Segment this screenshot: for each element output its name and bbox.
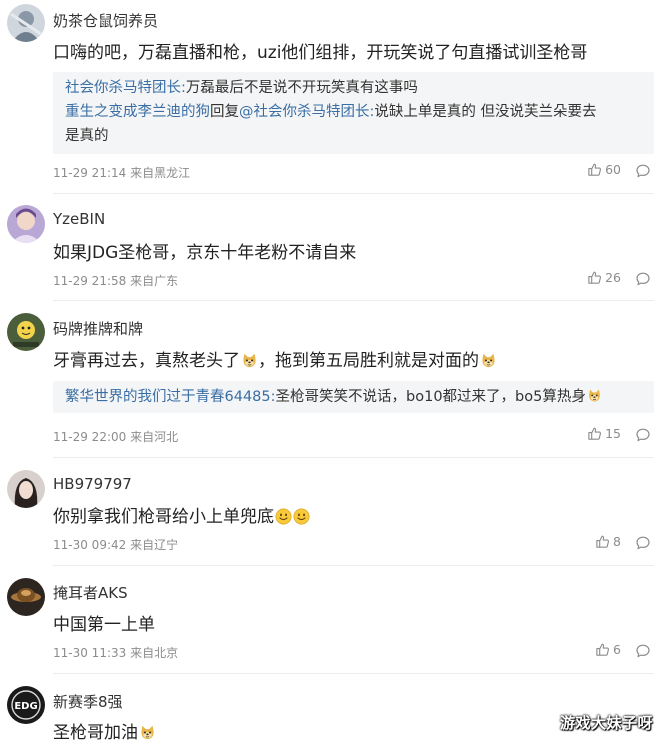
comment-text: 圣枪哥加油 [53,718,156,743]
smile-emoji-icon [293,508,310,525]
doge-emoji-icon [480,352,497,369]
avatar[interactable] [7,4,45,42]
quote-text: 圣枪哥笑笑不说话，bo10都过来了，bo5算热身 [275,389,586,405]
avatar[interactable] [7,470,45,508]
quote-mention[interactable]: @社会你杀马特团长: [239,104,374,120]
quoted-replies: 社会你杀马特团长:万磊最后不是说不开玩笑真有这事吗 重生之变成李兰迪的狗回复@社… [53,72,654,154]
doge-emoji-icon [587,388,602,403]
thumb-up-icon [587,426,602,441]
like-button[interactable]: 8 [595,534,621,549]
avatar[interactable] [7,205,45,243]
divider [53,193,654,194]
quote-text: 是真的 [65,128,109,144]
smile-emoji-icon [275,508,292,525]
thumb-up-icon [587,270,602,285]
watermark: 游戏大妹子呀 [559,714,653,732]
comment-text: 你别拿我们枪哥给小上单兜底 [53,502,310,527]
divider [53,300,654,301]
quote-reply-word: 回复 [210,104,239,120]
doge-emoji-icon [241,352,258,369]
like-count: 15 [605,426,621,441]
comment-username[interactable]: 新赛季8强 [53,691,123,712]
comment-username[interactable]: YzeBIN [53,210,105,228]
quote-username[interactable]: 社会你杀马特团长: [65,80,186,96]
comment-text-part: 你别拿我们枪哥给小上单兜底 [53,507,274,527]
comment-bubble-icon[interactable] [635,163,651,179]
comment-text: 牙膏再过去，真熬老头了 ，拖到第五局胜利就是对面的 [53,346,497,371]
doge-emoji-icon [139,724,156,741]
comment-meta: 11-29 21:58 来自广东 [53,274,179,288]
quoted-replies: 繁华世界的我们过于青春64485:圣枪哥笑笑不说话，bo10都过来了，bo5算热… [53,381,654,413]
like-count: 60 [605,162,621,177]
comment-username[interactable]: 码牌推牌和牌 [53,318,143,339]
quote-text: 万磊最后不是说不开玩笑真有这事吗 [185,80,418,96]
comment-meta: 11-30 11:33 来自北京 [53,646,179,660]
comment-username[interactable]: HB979797 [53,475,132,493]
like-count: 6 [613,642,621,657]
quote-username[interactable]: 繁华世界的我们过于青春64485: [65,389,276,405]
comment-text-part: ，拖到第五局胜利就是对面的 [258,351,479,371]
comment-meta: 11-29 22:00 来自河北 [53,430,179,444]
comment-username[interactable]: 奶茶仓鼠饲养员 [53,10,158,31]
comment-bubble-icon[interactable] [635,643,651,659]
divider [53,565,654,566]
avatar[interactable] [7,313,45,351]
comment-text: 如果JDG圣枪哥，京东十年老粉不请自来 [53,243,357,263]
comment-bubble-icon[interactable] [635,535,651,551]
comment-bubble-icon[interactable] [635,427,651,443]
quote-username[interactable]: 重生之变成李兰迪的狗 [65,104,210,120]
divider [53,673,654,674]
like-button[interactable]: 60 [587,162,621,177]
comment-text: 口嗨的吧，万磊直播和枪，uzi他们组排，开玩笑说了句直播试训圣枪哥 [53,43,588,63]
thumb-up-icon [587,162,602,177]
comment-username[interactable]: 掩耳者AKS [53,582,128,603]
divider [53,457,654,458]
comment-text-part: 圣枪哥加油 [53,723,138,743]
comment-meta: 11-29 21:14 来自黑龙江 [53,166,191,180]
comment-meta: 11-30 09:42 来自辽宁 [53,538,179,552]
like-button[interactable]: 26 [587,270,621,285]
comment-bubble-icon[interactable] [635,271,651,287]
comment-text: 中国第一上单 [53,615,155,635]
like-count: 26 [605,270,621,285]
edg-logo-text: EDG [14,701,37,712]
like-button[interactable]: 6 [595,642,621,657]
avatar[interactable]: EDG [7,686,45,724]
like-count: 8 [613,534,621,549]
quote-text: 说缺上单是真的 但没说芙兰朵要去 [374,104,597,120]
avatar[interactable] [7,578,45,616]
thumb-up-icon [595,642,610,657]
thumb-up-icon [595,534,610,549]
like-button[interactable]: 15 [587,426,621,441]
comment-text-part: 牙膏再过去，真熬老头了 [53,351,240,371]
